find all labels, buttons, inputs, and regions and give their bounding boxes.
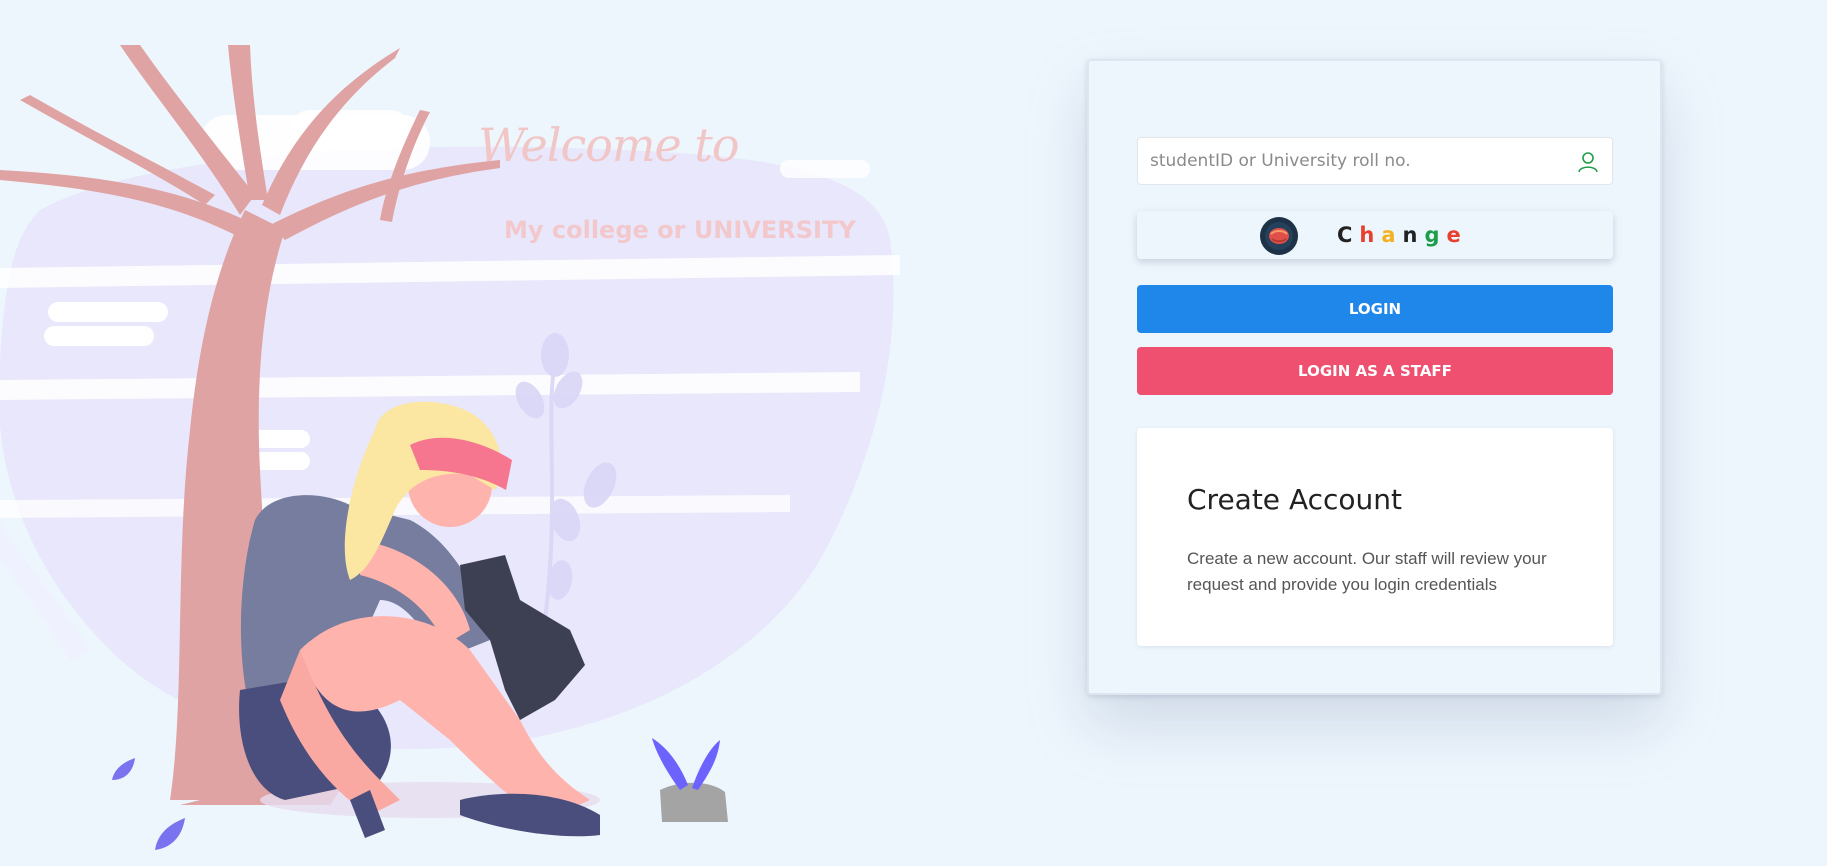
captcha-word: Change [1337,223,1468,247]
login-button[interactable]: LOGIN [1137,285,1613,333]
create-account-description: Create a new account. Our staff will rev… [1187,549,1547,594]
login-card: Change LOGIN LOGIN AS A STAFF Create Acc… [1087,59,1662,695]
captcha-box[interactable]: Change [1137,211,1613,259]
welcome-heading: Welcome to [478,118,740,172]
create-account-card[interactable]: Create Account Create a new account. Our… [1137,428,1613,646]
captcha-logo-icon [1260,217,1298,255]
login-as-staff-button[interactable]: LOGIN AS A STAFF [1137,347,1613,395]
captcha-letter: n [1402,223,1425,247]
user-icon [1578,152,1598,173]
captcha-letter: a [1381,223,1403,247]
hero-illustration: Welcome to My college or UNIVERSITY [0,0,960,866]
create-account-title[interactable]: Create Account [1187,483,1402,516]
university-subtitle: My college or UNIVERSITY [504,216,856,244]
captcha-letter: C [1337,223,1360,247]
captcha-letter: h [1359,223,1382,247]
captcha-letter: e [1446,223,1468,247]
student-id-input[interactable] [1138,138,1612,184]
student-id-field[interactable] [1137,137,1613,185]
captcha-letter: g [1424,223,1447,247]
